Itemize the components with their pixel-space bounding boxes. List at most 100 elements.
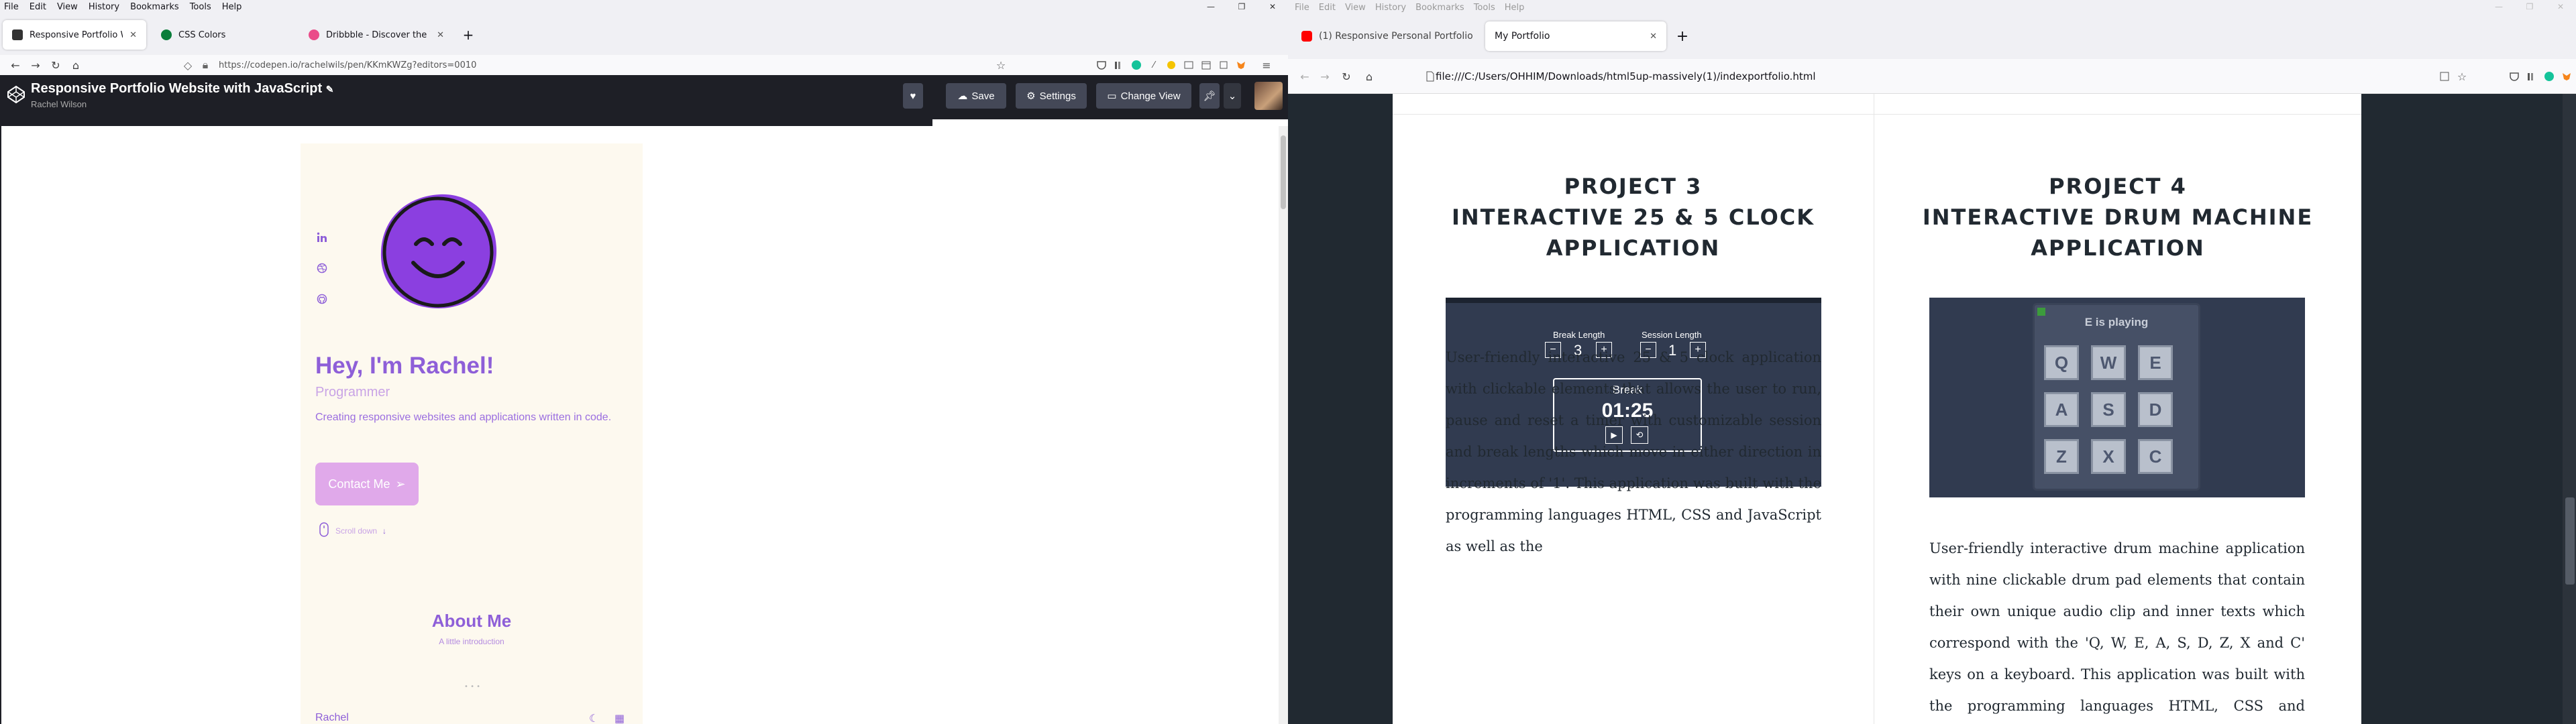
page-scrollbar[interactable]	[2563, 94, 2576, 724]
heart-button[interactable]: ♥	[903, 83, 923, 109]
pen-author[interactable]: Rachel Wilson	[31, 99, 87, 109]
project3-title: PROJECT 3 INTERACTIVE 25 & 5 CLOCK APPLI…	[1393, 171, 1874, 263]
sync-extension-icon[interactable]	[1183, 60, 1194, 70]
pen-title[interactable]: Responsive Portfolio Website with JavaSc…	[31, 81, 333, 97]
linkedin-icon[interactable]	[317, 232, 329, 244]
pin-button[interactable]: 📌︎	[1199, 83, 1220, 109]
edit-pencil-icon[interactable]: ✎	[326, 84, 334, 95]
metamask-icon[interactable]	[1236, 60, 1246, 70]
home-icon[interactable]: ⌂	[66, 55, 86, 75]
scroll-down-link[interactable]: Scroll down ↓	[319, 522, 386, 539]
menu-bar: File Edit View History Bookmarks Tools H…	[1288, 0, 2576, 15]
url-field[interactable]: https://codepen.io/rachelwils/pen/KKmKWZ…	[219, 57, 990, 73]
back-icon[interactable]: ←	[5, 55, 25, 75]
change-view-label: Change View	[1120, 90, 1181, 102]
menu-view[interactable]: View	[1345, 3, 1366, 13]
new-tab-button[interactable]: +	[456, 20, 480, 50]
library-icon[interactable]	[1114, 60, 1124, 70]
library-icon[interactable]	[2526, 71, 2537, 82]
forward-icon[interactable]: →	[1315, 66, 1335, 86]
heart-icon: ♥	[910, 90, 916, 102]
menu-edit[interactable]: Edit	[1319, 3, 1336, 13]
close-tab-icon[interactable]: ✕	[129, 30, 137, 40]
minimize-icon[interactable]: —	[1195, 0, 1226, 13]
project4-description: User-friendly interactive drum machine a…	[1929, 540, 2305, 714]
github-icon[interactable]	[317, 294, 329, 306]
reload-icon[interactable]: ↻	[46, 55, 66, 75]
grammarly-icon[interactable]	[2544, 71, 2555, 82]
preview-scrollbar[interactable]	[1279, 126, 1288, 724]
project3-title-line: PROJECT 3	[1564, 174, 1703, 199]
role-subtitle: Programmer	[315, 385, 390, 400]
minimize-icon[interactable]: —	[2483, 0, 2514, 13]
project4-screenshot[interactable]: E is playing Q W E A S D Z X C	[1929, 298, 2305, 497]
grid-menu-icon[interactable]: ▦	[614, 712, 625, 724]
close-tab-icon[interactable]: ✕	[437, 30, 444, 40]
menu-tools[interactable]: Tools	[1474, 3, 1495, 13]
editor-divider	[0, 117, 1288, 126]
youtube-favicon-icon	[1301, 31, 1312, 42]
screenshot-extension-icon[interactable]	[1218, 60, 1229, 70]
user-avatar[interactable]	[1254, 82, 1283, 110]
about-subtitle: A little introduction	[439, 637, 504, 646]
menu-history[interactable]: History	[89, 2, 119, 12]
dribbble-icon[interactable]	[317, 263, 329, 275]
menu-file[interactable]: File	[1295, 3, 1309, 13]
back-icon[interactable]: ←	[1295, 66, 1315, 86]
new-tab-button[interactable]: +	[1670, 21, 1695, 51]
close-window-icon[interactable]: ✕	[1257, 0, 1288, 13]
save-button[interactable]: ☁ Save	[946, 83, 1006, 109]
tab-codepen[interactable]: Responsive Portfolio Website w ✕	[3, 20, 146, 50]
metamask-icon[interactable]	[2561, 71, 2572, 82]
nav-logo-rachel[interactable]: Rachel	[315, 712, 349, 724]
project3-title-line: INTERACTIVE 25 & 5 CLOCK	[1451, 204, 1815, 230]
menu-history[interactable]: History	[1375, 3, 1406, 13]
menu-file[interactable]: File	[4, 2, 19, 12]
dropdown-button[interactable]: ⌄	[1224, 83, 1241, 109]
change-view-button[interactable]: ▭ Change View	[1096, 83, 1191, 109]
pocket-icon[interactable]	[1096, 60, 1107, 70]
restore-icon[interactable]: ❐	[2514, 0, 2545, 13]
tab-title: My Portfolio	[1495, 31, 1550, 42]
portfolio-home-card: Hey, I'm Rachel! Programmer Creating res…	[301, 143, 643, 724]
settings-label: Settings	[1039, 90, 1076, 102]
menu-edit[interactable]: Edit	[30, 2, 46, 12]
tab-my-portfolio[interactable]: My Portfolio ✕	[1485, 21, 1666, 51]
menu-view[interactable]: View	[57, 2, 78, 12]
resize-dots: • • •	[464, 683, 481, 690]
forward-icon[interactable]: →	[25, 55, 46, 75]
pocket-icon[interactable]	[2509, 71, 2520, 82]
reload-icon[interactable]: ↻	[1336, 66, 1356, 86]
extension-icon[interactable]: ⁄	[1148, 60, 1159, 70]
reader-view-icon[interactable]	[2439, 71, 2450, 82]
about-heading: About Me	[431, 611, 512, 631]
restore-icon[interactable]: ❐	[1226, 0, 1257, 13]
project4-title-line: PROJECT 4	[2049, 174, 2187, 199]
close-tab-icon[interactable]: ✕	[1650, 32, 1657, 42]
bookmark-star-icon[interactable]: ☆	[2457, 70, 2467, 83]
grammarly-icon[interactable]	[1131, 60, 1142, 70]
tab-title: Responsive Portfolio Website w	[30, 29, 123, 40]
tab-dribbble[interactable]: Dribbble - Discover the World's ✕	[299, 20, 453, 50]
menu-help[interactable]: Help	[222, 2, 242, 12]
contact-me-button[interactable]: Contact Me ➢	[315, 463, 419, 505]
url-field[interactable]: file:///C:/Users/OHHIM/Downloads/html5up…	[1436, 68, 2174, 84]
menu-help[interactable]: Help	[1505, 3, 1525, 13]
moon-icon[interactable]: ☾	[589, 712, 598, 724]
overflow-menu-icon[interactable]: ≡	[1261, 59, 1272, 72]
tab-youtube[interactable]: (1) Responsive Personal Portfolio	[1292, 21, 1483, 51]
codepen-logo-icon[interactable]	[7, 85, 25, 104]
calendar-extension-icon[interactable]	[1201, 60, 1212, 70]
settings-button[interactable]: ⚙ Settings	[1016, 83, 1087, 109]
bookmark-star-icon[interactable]: ☆	[996, 59, 1006, 72]
pen-extension-icon[interactable]	[1166, 60, 1177, 70]
home-icon[interactable]: ⌂	[1359, 66, 1379, 86]
menu-tools[interactable]: Tools	[190, 2, 211, 12]
menu-bookmarks[interactable]: Bookmarks	[130, 2, 179, 12]
drum-display: E is playing	[2084, 316, 2149, 328]
close-window-icon[interactable]: ✕	[2545, 0, 2576, 13]
tab-css-colors[interactable]: CSS Colors	[152, 20, 292, 50]
shield-icon[interactable]: ◇	[182, 59, 193, 72]
menu-bookmarks[interactable]: Bookmarks	[1415, 3, 1464, 13]
navigation-bar: ← → ↻ ⌂ file:///C:/Users/OHHIM/Downloads…	[1288, 59, 2576, 94]
